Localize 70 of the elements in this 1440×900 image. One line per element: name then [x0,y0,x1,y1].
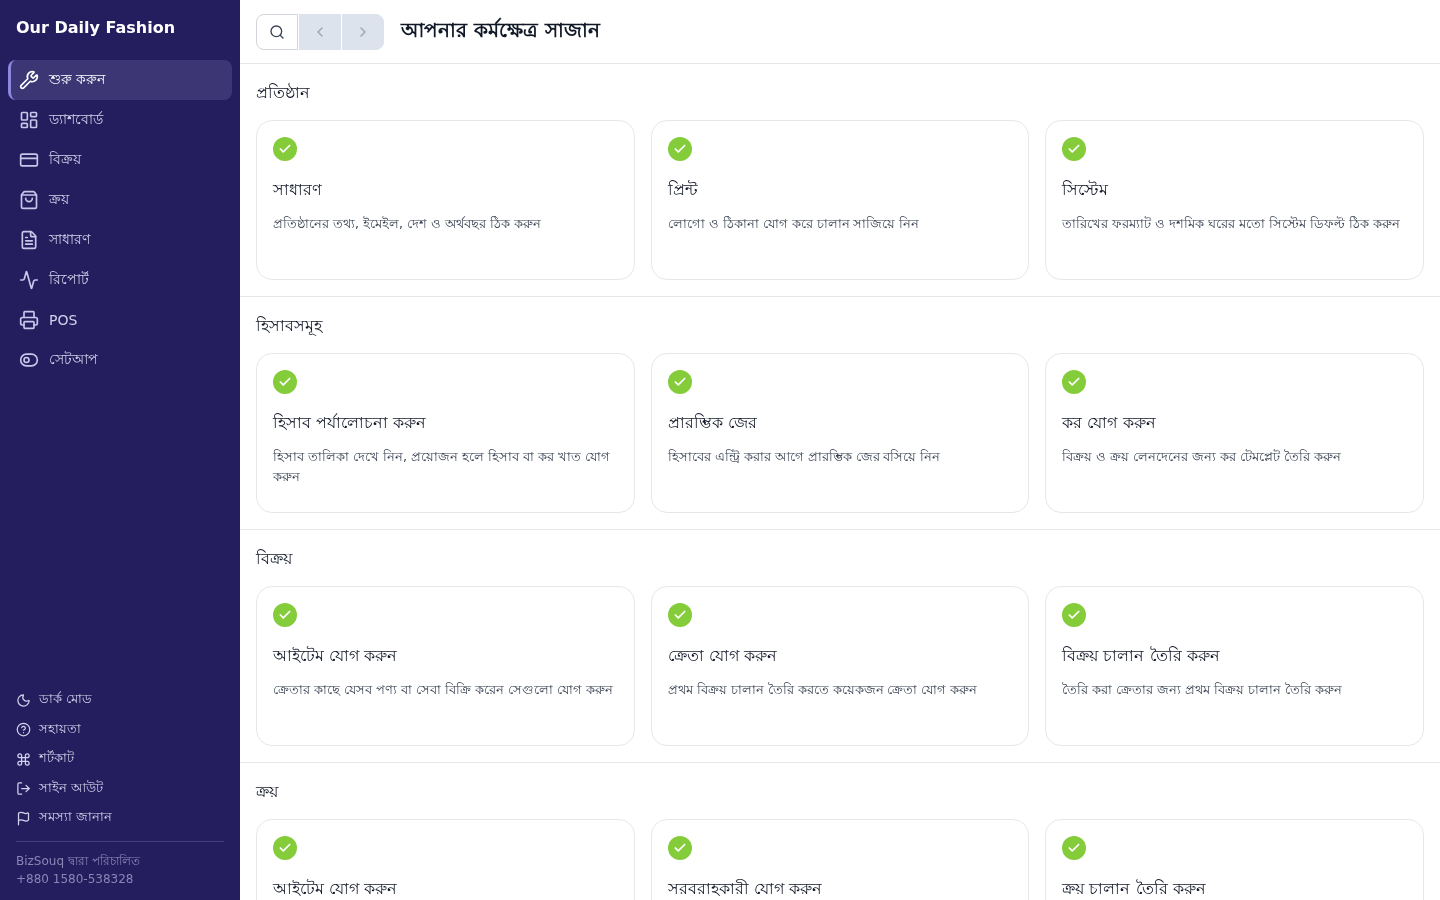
printer-icon [19,310,39,330]
help-icon [16,722,31,738]
search-icon [269,23,285,40]
card-title: হিসাব পর্যালোচনা করুন [273,412,428,434]
setup-card[interactable]: সরবরাহকারী যোগ করুন [650,819,1030,900]
nav-item[interactable]: শুরু করুন [8,60,232,100]
command-icon [16,751,31,767]
search-button[interactable] [256,13,298,50]
page-title: আপনার কর্মক্ষেত্র সাজান [401,16,600,44]
phone-number: +880 1580-538328 [15,871,135,888]
card-description: তারিখের ফরম্যাট ও দশমিক ঘরের মতো সিস্টেম ডিফল্ট ঠিক করুন [1062,215,1402,233]
chart-icon [19,270,39,290]
powered-by-text: BizSouq দ্বারা পরিচালিত [15,853,141,870]
card-title: বিক্রয় চালান তৈরি করুন [1062,645,1221,667]
nav-item[interactable]: POS [8,300,232,340]
section-title: প্রতিষ্ঠান [256,82,311,104]
card-title: ক্রয় চালান তৈরি করুন [1062,878,1207,900]
nav-item[interactable]: ড্যাশবোর্ড [8,100,232,140]
card-title: সরবরাহকারী যোগ করুন [667,878,823,900]
brand-name: Our Daily Fashion [15,17,177,39]
card-title: কর যোগ করুন [1062,412,1157,434]
section-title: ক্রয় [256,781,280,803]
card-description: তৈরি করা ক্রেতার জন্য প্রথম বিক্রয় চালান তৈরি করুন [1062,681,1344,699]
card-description: বিক্রয় ও ক্রয় লেনদেনের জন্য কর টেমপ্লেট তৈরি করুন [1062,448,1343,466]
card-description: প্রথম বিক্রয় চালান তৈরি করতে কয়েকজন ক্রেতা যোগ করুন [667,681,979,699]
nav-item[interactable]: সেটআপ [8,340,232,380]
toggle-icon [19,350,39,370]
card-description: ক্রেতার কাছে যেসব পণ্য বা সেবা বিক্রি করেন সেগুলো যোগ করুন [273,681,614,699]
section-title: হিসাবসমূহ [256,315,324,337]
footer-link[interactable]: সমস্যা জানান [8,803,232,833]
moon-icon [16,692,31,708]
card-title: প্রারম্ভিক জের [667,412,758,434]
setup-card[interactable]: সিস্টেম তারিখের ফরম্যাট ও দশমিক ঘরের মতো সিস্টেম ডিফল্ট ঠিক করুন [1045,120,1424,280]
forward-button[interactable] [342,13,384,50]
nav-item[interactable]: ক্রয় [8,180,232,220]
card-title: প্রিন্ট [667,179,699,201]
setup-card[interactable]: সাধারণ প্রতিষ্ঠানের তথ্য, ইমেইল, দেশ ও অর্থবছর ঠিক করুন [256,120,635,280]
footer-link[interactable]: শর্টকাট [8,744,232,774]
setup-card[interactable]: প্রারম্ভিক জের হিসাবের এন্ট্রি করার আগে প্রারম্ভিক জের বসিয়ে নিন [650,353,1030,513]
card-description: প্রতিষ্ঠানের তথ্য, ইমেইল, দেশ ও অর্থবছর ঠিক করুন [273,215,542,233]
document-icon [19,230,39,250]
card-description: হিসাব তালিকা দেখে নিন, প্রয়োজন হলে হিসাব বা কর খাত যোগ করুন [273,448,611,486]
wrench-icon [19,70,39,90]
setup-card[interactable]: হিসাব পর্যালোচনা করুন হিসাব তালিকা দেখে নিন, প্রয়োজন হলে হিসাব বা কর খাত যোগ করুন [256,353,635,513]
setup-card[interactable]: ক্রেতা যোগ করুন প্রথম বিক্রয় চালান তৈরি করতে কয়েকজন ক্রেতা যোগ করুন [650,586,1030,746]
section-title: বিক্রয় [256,548,294,570]
footer-link[interactable]: সাইন আউট [8,774,232,804]
dashboard-icon [19,110,39,130]
setup-card[interactable]: আইটেম যোগ করুন [256,819,635,900]
flag-icon [16,810,31,826]
setup-card[interactable]: কর যোগ করুন বিক্রয় ও ক্রয় লেনদেনের জন্য কর টেমপ্লেট তৈরি করুন [1045,353,1424,513]
card-description: হিসাবের এন্ট্রি করার আগে প্রারম্ভিক জের বসিয়ে নিন [667,448,942,466]
setup-card[interactable]: ক্রয় চালান তৈরি করুন [1045,819,1424,900]
setup-card[interactable]: বিক্রয় চালান তৈরি করুন তৈরি করা ক্রেতার জন্য প্রথম বিক্রয় চালান তৈরি করুন [1045,586,1424,746]
nav-item[interactable]: সাধারণ [8,220,232,260]
footer-link[interactable]: ডার্ক মোড [8,685,232,715]
card-description: লোগো ও ঠিকানা যোগ করে চালান সাজিয়ে নিন [667,215,921,233]
setup-card[interactable]: প্রিন্ট লোগো ও ঠিকানা যোগ করে চালান সাজিয়ে নিন [650,120,1030,280]
card-icon [19,150,39,170]
card-title: আইটেম যোগ করুন [273,645,399,667]
bag-icon [19,190,39,210]
logout-icon [16,781,31,797]
nav-item[interactable]: বিক্রয় [8,140,232,180]
setup-card[interactable]: আইটেম যোগ করুন ক্রেতার কাছে যেসব পণ্য বা সেবা বিক্রি করেন সেগুলো যোগ করুন [256,586,635,746]
footer-link[interactable]: সহায়তা [8,715,232,745]
card-title: ক্রেতা যোগ করুন [667,645,778,667]
card-title: সাধারণ [273,179,323,201]
card-title: আইটেম যোগ করুন [273,878,399,900]
nav-item[interactable]: রিপোর্ট [8,260,232,300]
card-title: সিস্টেম [1062,179,1110,201]
